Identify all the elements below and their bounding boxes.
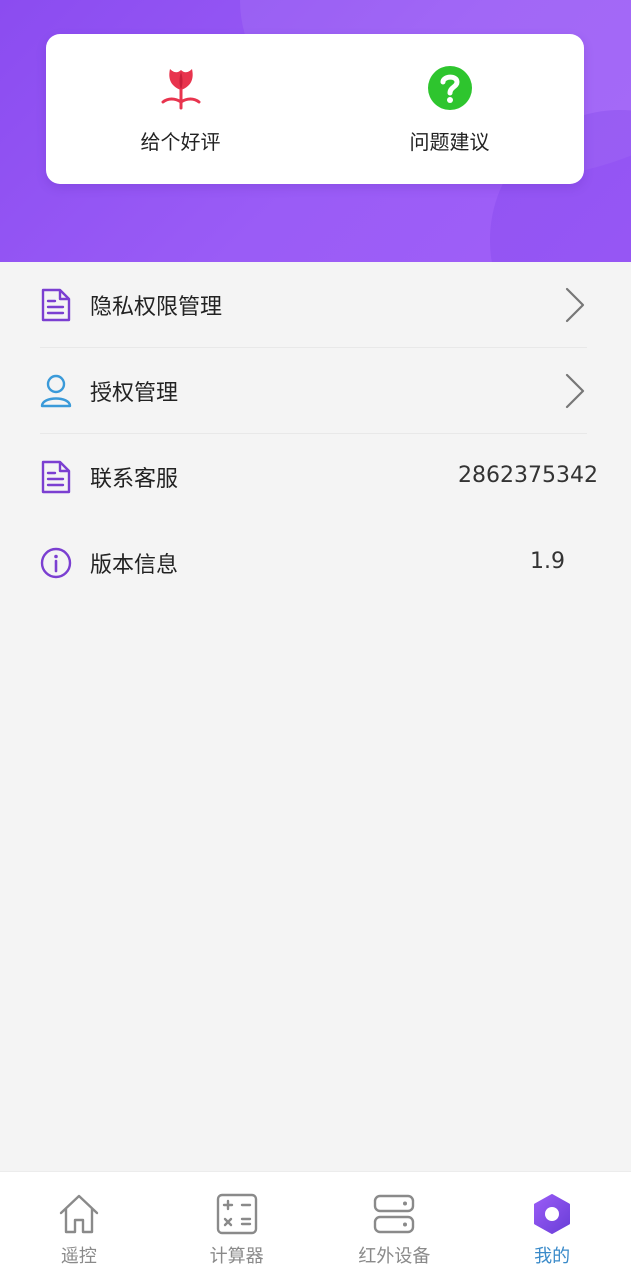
privacy-permission-label: 隐私权限管理 [90,295,223,320]
contact-number: 2862375342 [458,463,598,488]
authorization-item[interactable]: 授权管理 [0,348,631,434]
user-icon [40,373,72,409]
info-icon [40,545,72,581]
home-icon [57,1192,101,1236]
tab-ir-devices-label: 红外设备 [358,1246,431,1267]
contact-service-label: 联系客服 [90,467,179,492]
feedback-button[interactable]: 问题建议 [315,34,584,184]
settings-list: 隐私权限管理 授权管理 联系客服 2862375342 版本信息 1.9 [0,262,631,606]
bottom-tab-bar: 遥控 计算器 红外设备 我的 [0,1171,631,1280]
version-info-label: 版本信息 [90,553,179,578]
feedback-label: 问题建议 [409,130,490,154]
tab-mine[interactable]: 我的 [473,1172,631,1280]
chevron-right-icon [565,373,585,409]
rate-us-label: 给个好评 [140,130,221,154]
privacy-permission-item[interactable]: 隐私权限管理 [0,262,631,348]
chevron-right-icon [565,287,585,323]
tab-calculator[interactable]: 计算器 [158,1172,316,1280]
tab-calculator-label: 计算器 [209,1246,264,1267]
document-icon [40,459,72,495]
hexagon-icon [530,1192,574,1236]
authorization-label: 授权管理 [90,381,179,406]
header-background: 给个好评 问题建议 [0,0,631,262]
contact-service-item[interactable]: 联系客服 2862375342 [0,434,631,520]
version-info-item[interactable]: 版本信息 1.9 [0,520,631,606]
calculator-icon [215,1192,259,1236]
tab-remote[interactable]: 遥控 [0,1172,158,1280]
tulip-icon [157,62,205,114]
profile-page: 给个好评 问题建议 隐私权限管理 授权管理 联系客服 2862375342 版本… [0,0,631,1280]
server-icon [372,1192,416,1236]
document-icon [40,287,72,323]
tab-ir-devices[interactable]: 红外设备 [316,1172,474,1280]
quick-actions-card: 给个好评 问题建议 [46,34,584,184]
tab-remote-label: 遥控 [60,1246,97,1267]
question-icon [426,62,474,114]
rate-us-button[interactable]: 给个好评 [46,34,315,184]
version-number: 1.9 [530,549,565,574]
tab-mine-label: 我的 [534,1246,571,1267]
